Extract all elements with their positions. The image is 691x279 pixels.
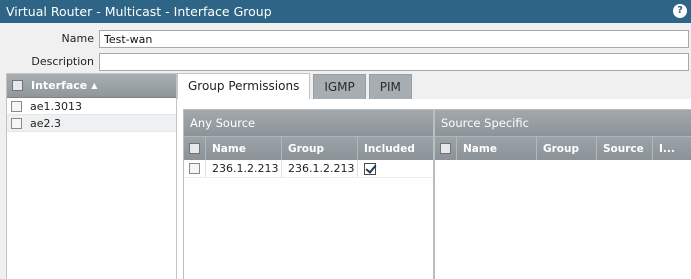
window-title: Virtual Router - Multicast - Interface G…: [6, 4, 272, 19]
interface-name: ae1.3013: [30, 99, 82, 113]
source-specific-select-all-checkbox[interactable]: [440, 143, 451, 154]
column-name[interactable]: Name: [206, 137, 282, 160]
any-source-row[interactable]: 236.1.2.213 236.1.2.213: [184, 160, 433, 178]
column-source[interactable]: Source: [597, 137, 653, 160]
group-permissions-panel: Any Source Name Group Included 236.1.2.2…: [177, 99, 691, 279]
interface-row-checkbox[interactable]: [11, 100, 22, 112]
description-input[interactable]: [99, 53, 689, 71]
name-input[interactable]: [99, 30, 689, 48]
any-source-select-all-checkbox[interactable]: [189, 143, 200, 154]
any-source-title: Any Source: [184, 110, 433, 136]
select-all-interfaces-checkbox[interactable]: [12, 80, 23, 91]
interface-name: ae2.3: [30, 116, 62, 130]
column-name[interactable]: Name: [457, 137, 537, 160]
row-group: 236.1.2.213: [282, 160, 358, 177]
source-specific-title: Source Specific: [435, 110, 691, 136]
column-group[interactable]: Group: [282, 137, 358, 160]
name-label: Name: [61, 32, 94, 45]
description-label: Description: [31, 55, 94, 68]
interface-row[interactable]: ae2.3: [7, 115, 176, 132]
window-titlebar: Virtual Router - Multicast - Interface G…: [0, 0, 691, 23]
tab-igmp[interactable]: IGMP: [313, 74, 366, 99]
interface-column-header[interactable]: Interface: [31, 79, 87, 92]
help-icon[interactable]: ?: [673, 4, 687, 18]
source-specific-column-header: Name Group Source I...: [435, 136, 691, 160]
sort-ascending-icon[interactable]: ▲: [91, 81, 97, 90]
any-source-row-checkbox[interactable]: [189, 163, 200, 174]
interface-row-checkbox[interactable]: [11, 117, 22, 129]
included-checkbox[interactable]: [364, 162, 376, 175]
column-included[interactable]: Included: [358, 137, 433, 160]
any-source-column-header: Name Group Included: [184, 136, 433, 160]
row-name: 236.1.2.213: [206, 160, 282, 177]
source-specific-section: Source Specific Name Group Source I...: [434, 109, 691, 279]
tab-pim[interactable]: PIM: [368, 74, 412, 99]
column-included-truncated[interactable]: I...: [653, 137, 683, 160]
interface-row[interactable]: ae1.3013: [7, 98, 176, 115]
interface-list-header: Interface ▲: [7, 74, 176, 98]
interface-list: Interface ▲ ae1.3013 ae2.3: [6, 73, 177, 279]
tab-group-permissions[interactable]: Group Permissions: [177, 73, 311, 99]
column-group[interactable]: Group: [537, 137, 597, 160]
tab-bar: Group Permissions IGMP PIM: [177, 73, 415, 99]
any-source-section: Any Source Name Group Included 236.1.2.2…: [183, 109, 434, 279]
